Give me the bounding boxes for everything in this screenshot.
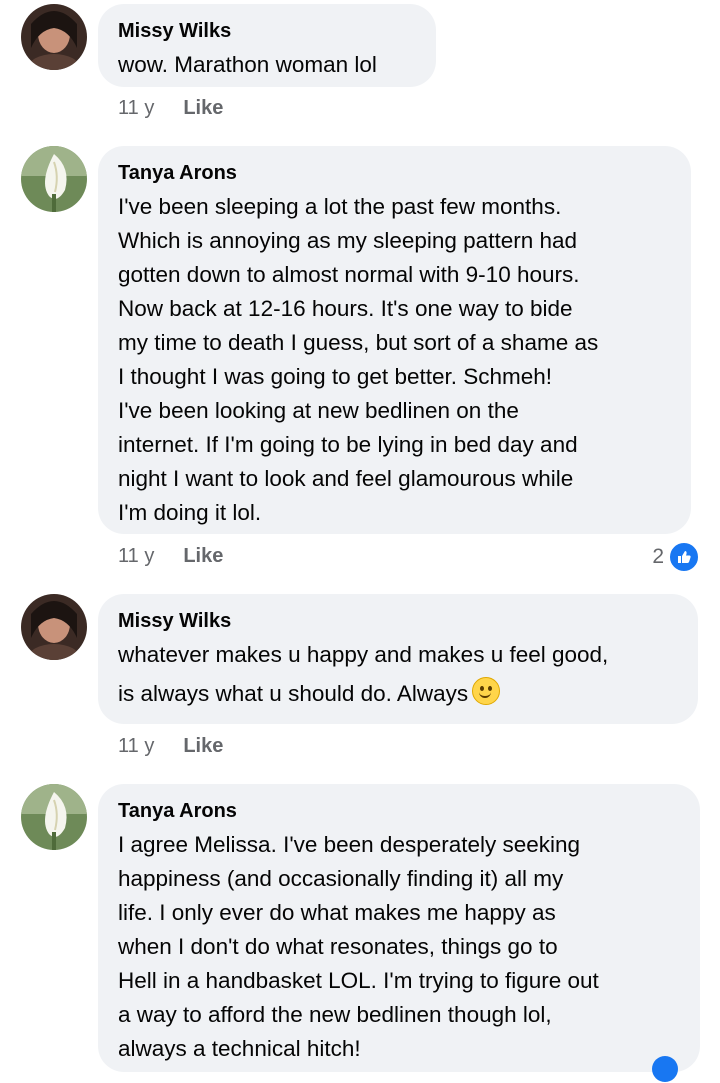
comment-text-line: wow. Marathon woman lol [118, 52, 377, 77]
reaction-summary[interactable]: 2 [652, 541, 700, 573]
comment-text-line: a way to afford the new bedlinen though … [118, 1002, 552, 1027]
comment-meta: 11 y Like [118, 735, 223, 758]
comment-text-line: Now back at 12-16 hours. It's one way to… [118, 296, 573, 321]
like-button[interactable]: Like [183, 545, 223, 568]
avatar-missy-wilks[interactable] [21, 594, 87, 660]
comment-meta: 11 y Like [118, 97, 223, 120]
comment-timestamp[interactable]: 11 y [118, 735, 154, 758]
comment-author[interactable]: Tanya Arons [118, 160, 671, 186]
comment-meta: 11 y Like [118, 545, 223, 568]
comment-text-line: night I want to look and feel glamourous… [118, 466, 574, 491]
profile-photo-icon [21, 4, 87, 70]
comment-bubble: Missy Wilks whatever makes u happy and m… [98, 594, 698, 724]
comment-text-line: always a technical hitch! [118, 1036, 361, 1061]
comment-text-line: I've been looking at new bedlinen on the [118, 398, 519, 423]
reaction-badge-icon[interactable] [652, 1056, 678, 1082]
comment-bubble: Tanya Arons I agree Melissa. I've been d… [98, 784, 700, 1082]
comment-author[interactable]: Missy Wilks [118, 18, 416, 44]
comment-text-line: I agree Melissa. I've been desperately s… [118, 832, 581, 857]
comment-text-line: Hell in a handbasket LOL. I'm trying to … [118, 968, 599, 993]
comment-author[interactable]: Missy Wilks [118, 608, 678, 634]
comment-text-line: I thought I was going to get better. Sch… [118, 364, 553, 389]
comment-text-line: happiness (and occasionally finding it) … [118, 866, 564, 891]
reaction-count: 2 [652, 545, 664, 568]
comment-text-line: I've been sleeping a lot the past few mo… [118, 194, 562, 219]
comment-text-line: my time to death I guess, but sort of a … [118, 330, 599, 355]
comment-text-line: gotten down to almost normal with 9-10 h… [118, 262, 580, 287]
thumbs-up-icon [668, 541, 700, 573]
comment-text-line: is always what u should do. Always [118, 672, 678, 716]
calla-lily-photo-icon [21, 784, 87, 850]
comment-text-line: internet. If I'm going to be lying in be… [118, 432, 578, 457]
like-button[interactable]: Like [183, 97, 223, 120]
avatar-tanya-arons[interactable] [21, 784, 87, 850]
comment-text-line: I'm doing it lol. [118, 500, 262, 525]
comment-text-line: when I don't do what resonates, things g… [118, 934, 558, 959]
comment-text-line: Which is annoying as my sleeping pattern… [118, 228, 578, 253]
comment-text: is always what u should do. Always [118, 681, 469, 706]
comment-timestamp[interactable]: 11 y [118, 545, 154, 568]
calla-lily-photo-icon [21, 146, 87, 212]
avatar-missy-wilks[interactable] [21, 4, 87, 70]
slightly-smiling-face-icon [472, 677, 501, 705]
like-button[interactable]: Like [183, 735, 223, 758]
comment-author[interactable]: Tanya Arons [118, 798, 680, 824]
comment-timestamp[interactable]: 11 y [118, 97, 154, 120]
comment-text-line: whatever makes u happy and makes u feel … [118, 642, 609, 667]
profile-photo-icon [21, 594, 87, 660]
comment-bubble: Missy Wilks wow. Marathon woman lol [98, 4, 436, 87]
comment-bubble: Tanya Arons I've been sleeping a lot the… [98, 146, 691, 534]
comment-text-line: life. I only ever do what makes me happy… [118, 900, 556, 925]
avatar-tanya-arons[interactable] [21, 146, 87, 212]
